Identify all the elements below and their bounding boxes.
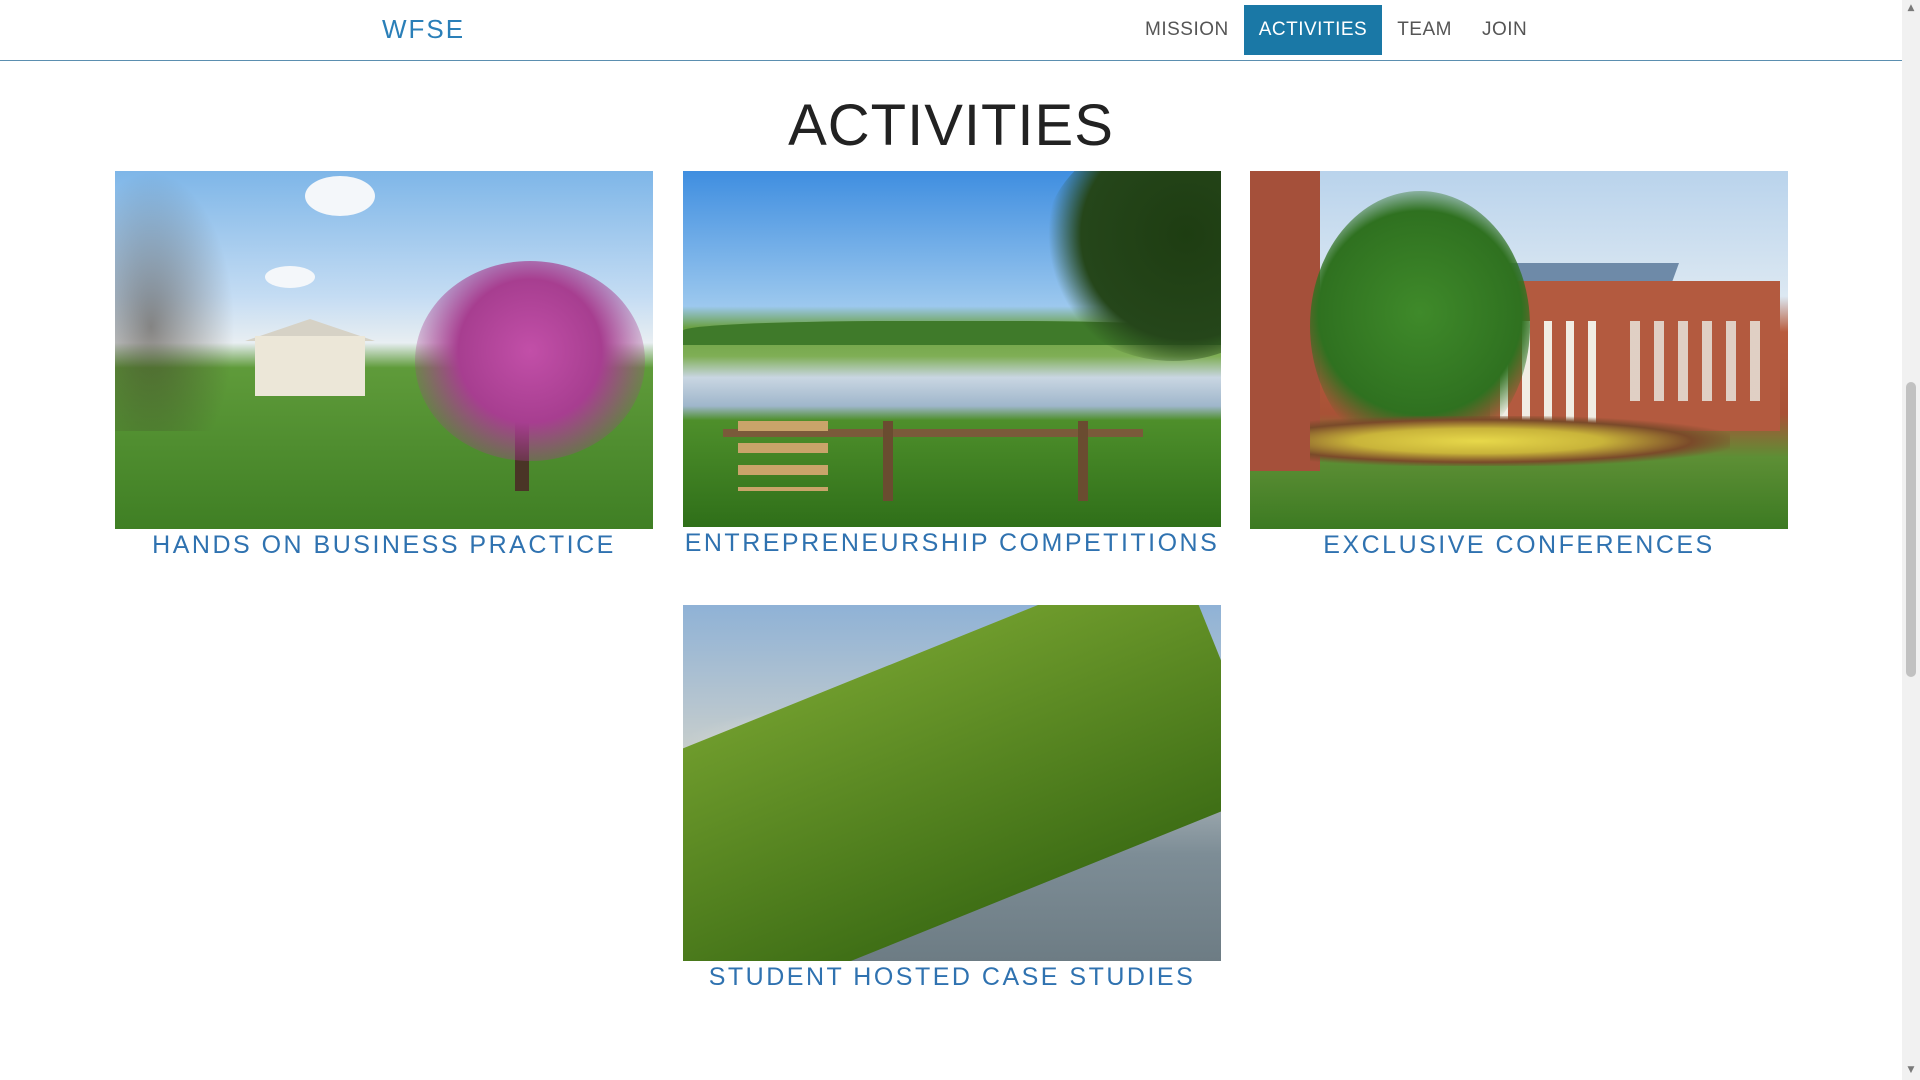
scroll-down-arrow-icon[interactable]: ▼ [1902, 1062, 1920, 1078]
scroll-thumb[interactable] [1906, 382, 1916, 677]
activity-caption-business-practice[interactable]: HANDS ON BUSINESS PRACTICE [115, 531, 653, 560]
activity-card-case-studies: STUDENT HOSTED CASE STUDIES [683, 605, 1221, 992]
section-title: ACTIVITIES [788, 93, 1114, 158]
nav-item-mission[interactable]: MISSION [1130, 5, 1244, 55]
top-navbar: WFSE MISSION ACTIVITIES TEAM JOIN [0, 0, 1902, 61]
nav-item-join[interactable]: JOIN [1467, 5, 1542, 55]
nav-item-team[interactable]: TEAM [1382, 5, 1467, 55]
activity-card-conferences: EXCLUSIVE CONFERENCES [1250, 171, 1788, 560]
main-nav: MISSION ACTIVITIES TEAM JOIN [1130, 5, 1542, 55]
estate-magnolia-photo [115, 171, 653, 529]
scroll-up-arrow-icon[interactable]: ▲ [1902, 0, 1920, 16]
activity-caption-conferences[interactable]: EXCLUSIVE CONFERENCES [1250, 531, 1788, 560]
brand-logo-link[interactable]: WFSE [382, 14, 465, 45]
pond-fence-photo [683, 171, 1221, 527]
brick-building-photo [1250, 171, 1788, 529]
misty-lake-photo [683, 605, 1221, 961]
activity-caption-competitions[interactable]: ENTREPRENEURSHIP COMPETITIONS [683, 529, 1221, 558]
activity-card-competitions: ENTREPRENEURSHIP COMPETITIONS [683, 171, 1221, 558]
vertical-scrollbar[interactable]: ▲ ▼ [1902, 0, 1920, 1080]
nav-item-activities[interactable]: ACTIVITIES [1243, 5, 1383, 55]
activity-caption-case-studies[interactable]: STUDENT HOSTED CASE STUDIES [683, 963, 1221, 992]
page: WFSE MISSION ACTIVITIES TEAM JOIN ACTIVI… [0, 0, 1920, 1080]
activity-card-business-practice: HANDS ON BUSINESS PRACTICE [115, 171, 653, 560]
